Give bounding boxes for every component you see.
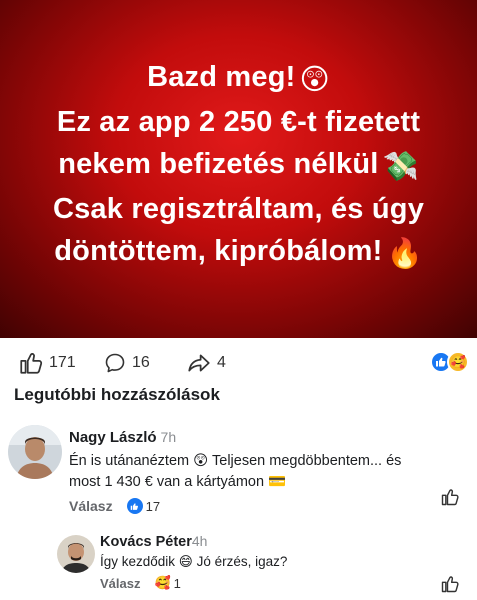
post-line-3: nekem befizetés nélkül 💸 <box>0 143 477 188</box>
share-count: 4 <box>217 354 226 371</box>
comment-like-button[interactable] <box>440 487 460 512</box>
post-line-5: döntöttem, kipróbálom! 🔥 <box>0 230 477 275</box>
post-text: Bazd meg! 😲 Ez az app 2 250 €-t fizetett … <box>0 56 477 275</box>
comment-bubble-icon <box>105 353 125 373</box>
like-reaction-icon <box>126 498 143 514</box>
avatar[interactable] <box>57 535 95 573</box>
comment-actions: Válasz 🥰 1 <box>100 575 181 591</box>
comment-actions: Válasz 17 <box>69 498 160 514</box>
comment-time: 4h <box>191 533 208 549</box>
post-stats-bar: 171 16 4 <box>0 350 477 376</box>
post-line-2: Ez az app 2 250 €-t fizetett <box>56 106 421 138</box>
reaction-count: 1 <box>173 575 181 591</box>
thumbs-up-icon <box>441 489 459 506</box>
money-wings-emoji: 💸 <box>382 151 419 183</box>
care-reaction-icon: 🥰 <box>447 351 469 373</box>
comment-stat[interactable]: 16 <box>103 350 150 376</box>
recent-comments-heading: Legutóbbi hozzászólások <box>14 385 220 404</box>
reaction-summary[interactable]: 🥰 <box>430 351 469 373</box>
fire-emoji: 🔥 <box>386 238 423 270</box>
care-reaction-icon: 🥰 <box>154 575 171 590</box>
share-arrow-icon <box>188 354 210 372</box>
comment-count: 16 <box>132 354 150 371</box>
comment-like-button[interactable] <box>440 574 460 599</box>
post-image: Bazd meg! 😲 Ez az app 2 250 €-t fizetett … <box>0 0 477 338</box>
share-stat[interactable]: 4 <box>186 350 226 376</box>
like-count: 171 <box>49 354 76 371</box>
avatar[interactable] <box>8 425 62 479</box>
post-line-1: Bazd meg! 😲 <box>0 56 477 101</box>
like-stat[interactable]: 171 <box>18 350 76 376</box>
comment-author[interactable]: Nagy László 7h <box>69 429 176 446</box>
reply-button[interactable]: Válasz <box>69 498 113 514</box>
comment-reactions[interactable]: 17 <box>126 498 161 514</box>
comment-time: 7h <box>160 429 177 445</box>
astonished-emoji: 😲 <box>299 64 330 96</box>
reply-button[interactable]: Válasz <box>100 576 140 591</box>
thumbs-up-icon <box>20 353 43 374</box>
reaction-count: 17 <box>145 498 161 514</box>
post-line-4: Csak regisztráltam, és úgy <box>52 193 425 225</box>
comment-author[interactable]: Kovács Péter4h <box>100 533 207 550</box>
comment-text: Én is utánanéztem 😲 Teljesen megdöbbente… <box>69 453 402 490</box>
thumbs-up-icon <box>441 576 459 593</box>
comment-text: Így kezdődik 😄 Jó érzés, igaz? <box>100 554 288 569</box>
comment-reactions[interactable]: 🥰 1 <box>154 575 180 591</box>
